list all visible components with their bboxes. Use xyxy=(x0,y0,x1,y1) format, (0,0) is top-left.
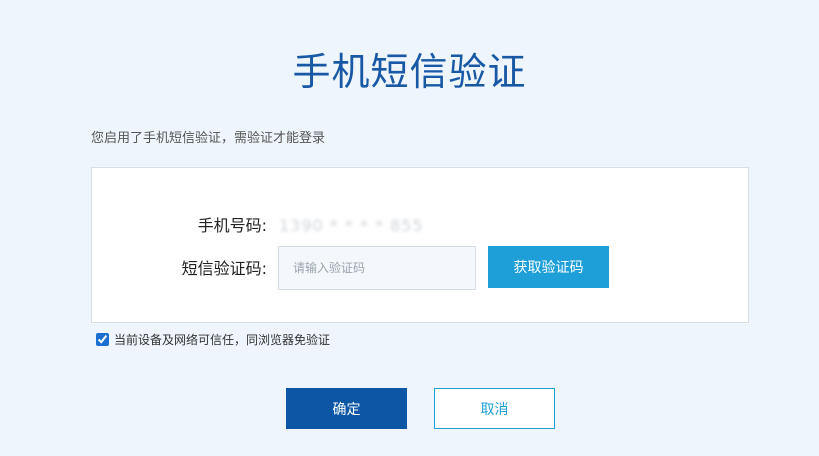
verification-notice: 您启用了手机短信验证，需验证才能登录 xyxy=(91,131,326,146)
cancel-button[interactable]: 取消 xyxy=(434,388,555,429)
phone-number-label: 手机号码: xyxy=(197,216,267,235)
confirm-button[interactable]: 确定 xyxy=(286,388,407,429)
phone-number-value: 1390 * * * * 855 xyxy=(279,216,424,235)
page-title: 手机短信验证 xyxy=(292,50,527,94)
get-code-button[interactable]: 获取验证码 xyxy=(488,246,609,288)
verification-panel: 手机号码: 1390 * * * * 855 短信验证码: 获取验证码 xyxy=(91,167,749,323)
trust-device-checkbox[interactable] xyxy=(96,333,109,346)
trust-device-label: 当前设备及网络可信任，同浏览器免验证 xyxy=(114,333,331,347)
sms-code-label: 短信验证码: xyxy=(181,259,267,278)
trust-device-option[interactable]: 当前设备及网络可信任，同浏览器免验证 xyxy=(96,331,330,348)
sms-code-input[interactable] xyxy=(278,246,476,290)
